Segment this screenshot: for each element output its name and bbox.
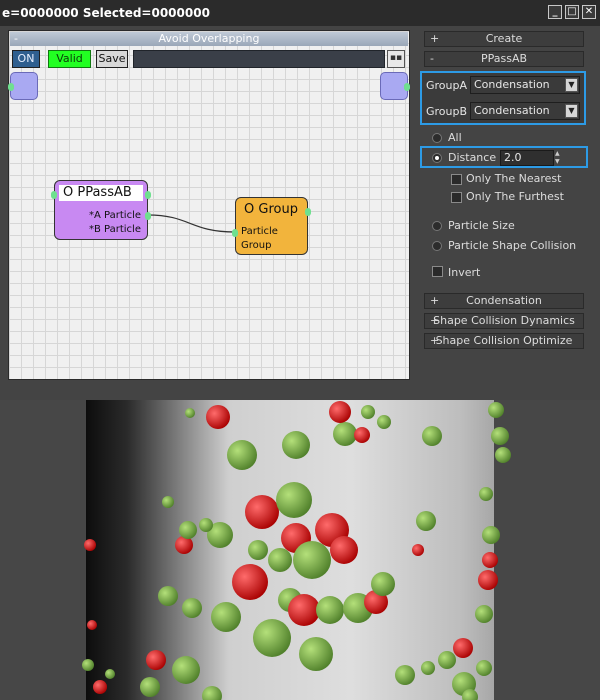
ppassab-node[interactable]: O PPassAB *A Particle *B Particle xyxy=(51,180,151,240)
groupb-value: Condensation xyxy=(474,104,550,117)
ppassab-node-title: O PPassAB xyxy=(59,185,143,201)
expand-icon[interactable]: + xyxy=(430,314,439,328)
expand-icon[interactable]: + xyxy=(430,32,439,46)
particle-shape-collision-label: Particle Shape Collision xyxy=(448,239,577,252)
shape-collision-optimize-rollout[interactable]: + Shape Collision Optimize xyxy=(424,333,584,349)
create-rollout[interactable]: + Create xyxy=(424,31,584,47)
condensation-rollout-label: Condensation xyxy=(466,294,542,307)
graph-collapse-icon[interactable]: - xyxy=(14,32,18,46)
graph-options-button[interactable]: ▪▪ xyxy=(387,50,405,68)
groupb-dropdown[interactable]: Condensation ▼ xyxy=(470,102,580,120)
create-rollout-label: Create xyxy=(485,32,523,45)
distance-spinner[interactable]: 2.0 xyxy=(500,150,554,166)
groupa-dropdown[interactable]: Condensation ▼ xyxy=(470,76,580,94)
distance-label: Distance xyxy=(448,151,497,164)
invert-checkbox[interactable] xyxy=(432,266,443,277)
ppassab-port-b-label: *B Particle xyxy=(89,224,141,235)
shape-collision-optimize-rollout-label: Shape Collision Optimize xyxy=(435,334,573,347)
invert-label: Invert xyxy=(448,266,481,279)
on-button[interactable]: ON xyxy=(12,50,40,68)
group-output-dot[interactable] xyxy=(305,208,311,216)
close-button[interactable]: ✕ xyxy=(582,5,596,19)
expand-icon[interactable]: + xyxy=(430,334,439,348)
distance-radio[interactable] xyxy=(432,153,442,163)
window-titlebar: e=0000000 Selected=0000000 _ □ ✕ xyxy=(0,0,600,26)
graph-name-field[interactable] xyxy=(133,50,385,68)
only-furthest-checkbox[interactable] xyxy=(451,192,462,203)
only-furthest-label: Only The Furthest xyxy=(466,190,564,203)
collapse-icon[interactable]: - xyxy=(430,52,434,66)
minimize-button[interactable]: _ xyxy=(548,5,562,19)
ppassab-rollout-label: PPassAB xyxy=(480,52,528,65)
window-title: e=0000000 Selected=0000000 xyxy=(2,6,210,20)
group-input-dot[interactable] xyxy=(232,229,238,237)
condensation-rollout[interactable]: + Condensation xyxy=(424,293,584,309)
input-port-block[interactable] xyxy=(8,72,38,100)
groupa-label: GroupA xyxy=(426,79,468,92)
group-node[interactable]: O Group Particle Group xyxy=(232,197,311,255)
only-nearest-checkbox[interactable] xyxy=(451,174,462,185)
ppassab-port-a-dot[interactable] xyxy=(145,212,151,220)
particle-scene xyxy=(82,400,511,700)
maximize-button[interactable]: □ xyxy=(565,5,579,19)
group-port-particle-label: Particle xyxy=(241,226,278,237)
all-label: All xyxy=(448,131,462,144)
groupb-label: GroupB xyxy=(426,105,468,118)
only-nearest-label: Only The Nearest xyxy=(466,172,562,185)
expand-icon[interactable]: + xyxy=(430,294,439,308)
save-button[interactable]: Save xyxy=(96,50,128,68)
chevron-down-icon[interactable]: ▼ xyxy=(565,104,578,118)
3d-viewport[interactable] xyxy=(0,400,600,700)
valid-button[interactable]: Valid xyxy=(48,50,91,68)
ppassab-rollout[interactable]: - PPassAB xyxy=(424,51,584,67)
window-controls: _ □ ✕ xyxy=(548,5,596,19)
group-port-group-label: Group xyxy=(241,240,272,251)
particle-shape-collision-radio[interactable] xyxy=(432,241,442,251)
spinner-arrows-icon[interactable]: ▲ ▼ xyxy=(555,150,563,166)
output-port-dot[interactable] xyxy=(404,83,410,91)
ppassab-port-a-label: *A Particle xyxy=(89,210,141,221)
graph-title: Avoid Overlapping xyxy=(158,32,260,45)
particle-size-label: Particle Size xyxy=(448,219,515,232)
chevron-down-icon[interactable]: ▼ xyxy=(565,78,578,92)
all-radio[interactable] xyxy=(432,133,442,143)
groupa-value: Condensation xyxy=(474,78,550,91)
shape-collision-dynamics-rollout[interactable]: + Shape Collision Dynamics xyxy=(424,313,584,329)
ppassab-input-dot[interactable] xyxy=(51,191,57,199)
particle-size-radio[interactable] xyxy=(432,221,442,231)
input-port-dot[interactable] xyxy=(8,83,14,91)
graph-header[interactable]: - Avoid Overlapping xyxy=(10,32,408,46)
output-port-block[interactable] xyxy=(380,72,410,100)
ppassab-output-dot[interactable] xyxy=(145,191,151,199)
group-node-title: O Group xyxy=(244,202,298,217)
shape-collision-dynamics-rollout-label: Shape Collision Dynamics xyxy=(433,314,575,327)
